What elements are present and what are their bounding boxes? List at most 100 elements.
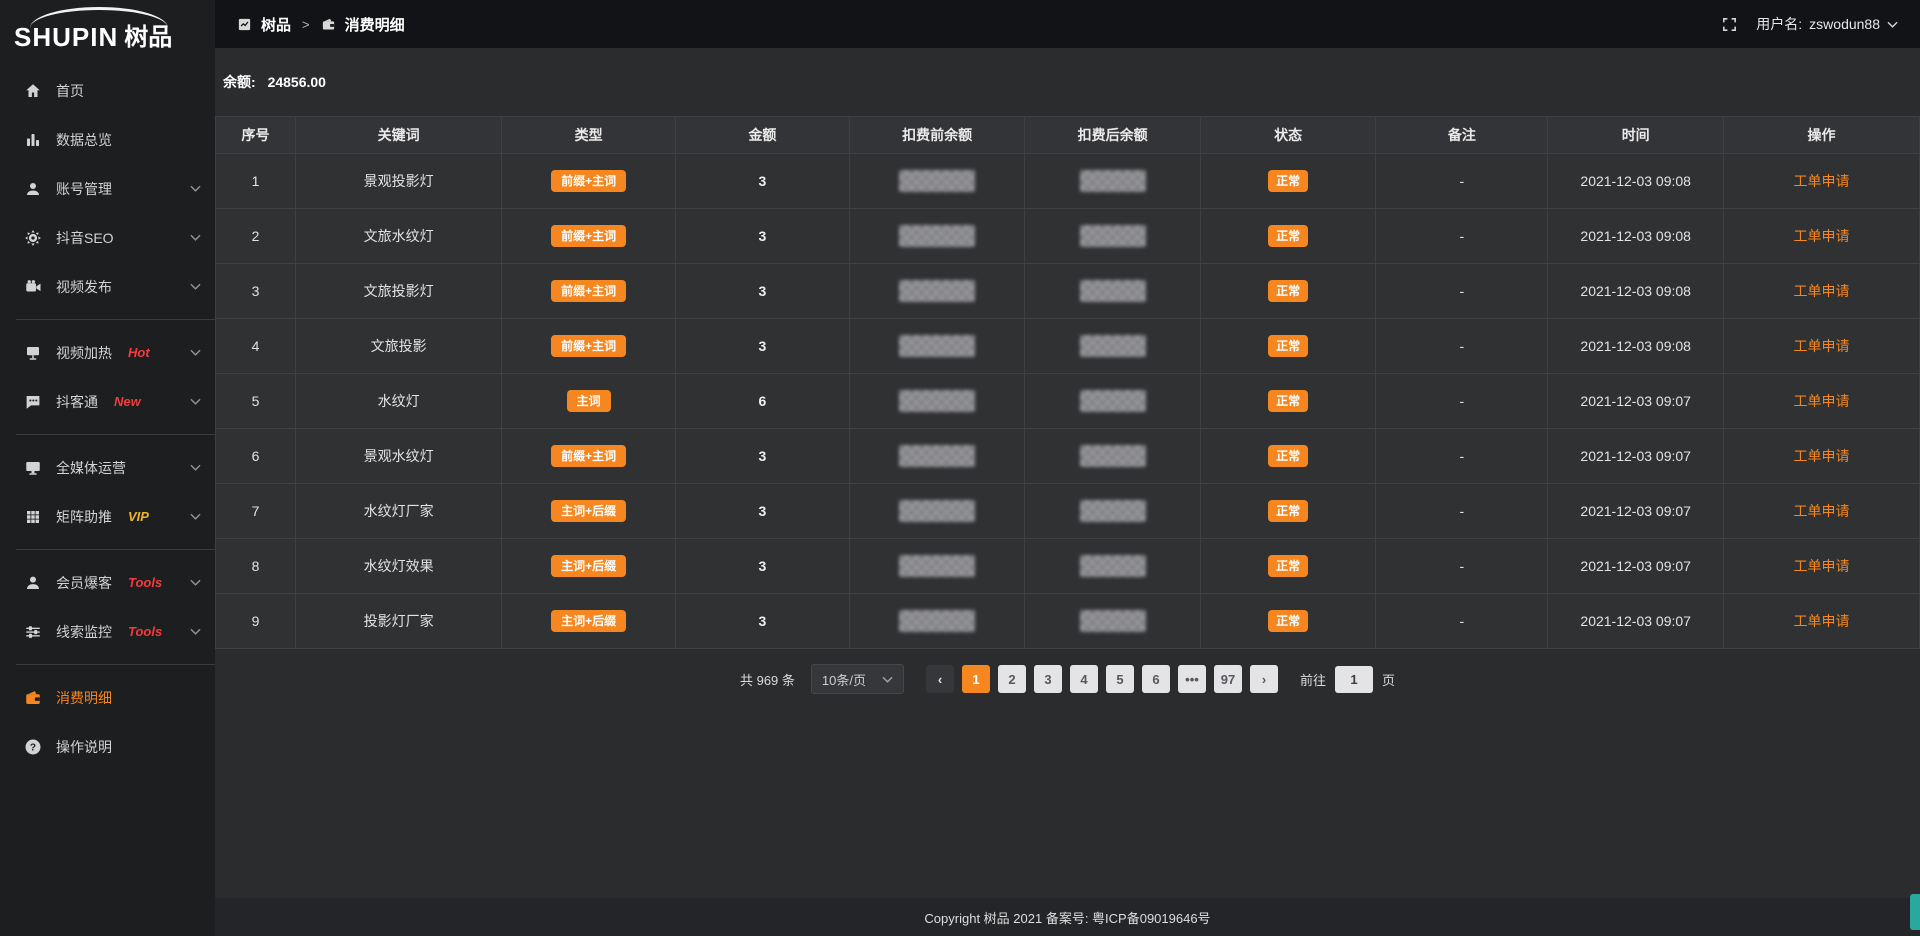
prev-page-button[interactable]: ‹ [926, 665, 954, 693]
ticket-apply-link[interactable]: 工单申请 [1793, 613, 1849, 629]
ticket-apply-link[interactable]: 工单申请 [1793, 503, 1849, 519]
goto-page-input[interactable]: 1 [1335, 666, 1373, 693]
fullscreen-icon[interactable] [1721, 16, 1738, 33]
page-number-button[interactable]: 3 [1034, 665, 1062, 693]
page-number-button[interactable]: 97 [1214, 665, 1242, 693]
cell-action: 工单申请 [1723, 374, 1919, 429]
status-badge: 正常 [1268, 445, 1308, 467]
blurred-value [899, 445, 975, 467]
user-menu[interactable]: 用户名: zswodun88 [1756, 14, 1898, 34]
username-value: zswodun88 [1809, 16, 1880, 32]
page-size-select[interactable]: 10条/页 [811, 664, 904, 694]
cell-time: 2021-12-03 09:07 [1548, 594, 1724, 649]
page-number-button[interactable]: 5 [1106, 665, 1134, 693]
page-number-button[interactable]: 4 [1070, 665, 1098, 693]
cell-remark: - [1376, 319, 1548, 374]
sidebar-item-label: 视频加热 [56, 343, 112, 363]
status-badge: 正常 [1268, 610, 1308, 632]
sidebar-item[interactable]: 视频加热 Hot [0, 328, 215, 377]
cell-balance-before [849, 154, 1025, 209]
page-number-button[interactable]: 1 [962, 665, 990, 693]
sidebar-item[interactable]: 线索监控Tools [0, 607, 215, 656]
sidebar-item-label: 数据总览 [56, 130, 112, 150]
cell-balance-after [1025, 209, 1201, 264]
sidebar-item[interactable]: 抖客通New [0, 377, 215, 426]
cell-remark: - [1376, 594, 1548, 649]
next-page-button[interactable]: › [1250, 665, 1278, 693]
ticket-apply-link[interactable]: 工单申请 [1793, 173, 1849, 189]
sidebar-item[interactable]: 抖音SEO [0, 213, 215, 262]
home-icon [24, 82, 42, 100]
ticket-apply-link[interactable]: 工单申请 [1793, 228, 1849, 244]
page-number-button[interactable]: 6 [1142, 665, 1170, 693]
status-badge: 正常 [1268, 555, 1308, 577]
blurred-value [899, 280, 975, 302]
ticket-apply-link[interactable]: 工单申请 [1793, 393, 1849, 409]
cell-balance-before [849, 594, 1025, 649]
sidebar-item[interactable]: 首页 [0, 66, 215, 115]
sidebar-item[interactable]: 消费明细 [0, 673, 215, 722]
more-pages-button[interactable]: ••• [1178, 665, 1206, 693]
cell-balance-before [849, 209, 1025, 264]
topbar-right: 用户名: zswodun88 [1721, 14, 1898, 34]
sidebar-item[interactable]: 数据总览 [0, 115, 215, 164]
cell-action: 工单申请 [1723, 429, 1919, 484]
ticket-apply-link[interactable]: 工单申请 [1793, 283, 1849, 299]
sidebar-menu: 首页数据总览账号管理抖音SEO视频发布视频加热 Hot 抖客通New 全媒体运营矩阵助… [0, 58, 215, 771]
floating-widget-handle[interactable] [1910, 894, 1920, 930]
page-list: ‹ 123456 ••• 97 › [926, 665, 1278, 693]
cell-type: 主词+后缀 [502, 594, 676, 649]
type-badge: 主词+后缀 [551, 500, 626, 522]
page-size-value: 10条/页 [822, 670, 866, 689]
cell-balance-after [1025, 319, 1201, 374]
sidebar-item[interactable]: 账号管理 [0, 164, 215, 213]
cell-keyword: 水纹灯 [296, 374, 502, 429]
table-row: 5水纹灯主词6正常-2021-12-03 09:07工单申请 [216, 374, 1920, 429]
sidebar-item[interactable]: ?操作说明 [0, 722, 215, 771]
cell-type: 主词+后缀 [502, 539, 676, 594]
cell-type: 前缀+主词 [502, 264, 676, 319]
cell-index: 2 [216, 209, 296, 264]
table-row: 6景观水纹灯前缀+主词3正常-2021-12-03 09:07工单申请 [216, 429, 1920, 484]
cell-action: 工单申请 [1723, 154, 1919, 209]
cell-balance-after [1025, 264, 1201, 319]
ticket-apply-link[interactable]: 工单申请 [1793, 338, 1849, 354]
chevron-down-icon [190, 513, 201, 520]
video-camera-icon [24, 278, 42, 296]
sidebar-item[interactable]: 视频发布 [0, 262, 215, 311]
sidebar-item[interactable]: 全媒体运营 [0, 443, 215, 492]
cell-amount: 3 [676, 209, 850, 264]
type-badge: 前缀+主词 [551, 335, 626, 357]
footer: Copyright 树品 2021 备案号: 粤ICP备09019646号 [215, 898, 1920, 936]
cell-balance-after [1025, 374, 1201, 429]
sidebar-item[interactable]: 矩阵助推VIP [0, 492, 215, 541]
brand-logo: SHUPIN 树品 [0, 0, 215, 58]
sidebar-item-tag: Hot [128, 345, 150, 360]
blurred-value [1080, 445, 1146, 467]
ticket-apply-link[interactable]: 工单申请 [1793, 558, 1849, 574]
cell-index: 1 [216, 154, 296, 209]
sidebar-item-tag: Tools [128, 575, 162, 590]
bar-chart-icon [24, 131, 42, 149]
cell-keyword: 水纹灯厂家 [296, 484, 502, 539]
sidebar-item-tag: VIP [128, 509, 149, 524]
total-count: 共 969 条 [740, 670, 795, 689]
cell-type: 前缀+主词 [502, 429, 676, 484]
cell-remark: - [1376, 209, 1548, 264]
balance: 余额: 24856.00 [223, 72, 1920, 92]
cell-balance-after [1025, 594, 1201, 649]
sidebar-item[interactable]: 会员爆客Tools [0, 558, 215, 607]
cell-action: 工单申请 [1723, 209, 1919, 264]
type-badge: 前缀+主词 [551, 170, 626, 192]
blurred-value [1080, 225, 1146, 247]
chevron-down-icon [1887, 21, 1898, 28]
cell-amount: 3 [676, 264, 850, 319]
cell-balance-after [1025, 429, 1201, 484]
balance-label: 余额: [223, 74, 256, 90]
page-number-button[interactable]: 2 [998, 665, 1026, 693]
status-badge: 正常 [1268, 170, 1308, 192]
blurred-value [1080, 170, 1146, 192]
ticket-apply-link[interactable]: 工单申请 [1793, 448, 1849, 464]
breadcrumb-item-home[interactable]: 树品 [261, 14, 291, 35]
blurred-value [1080, 335, 1146, 357]
